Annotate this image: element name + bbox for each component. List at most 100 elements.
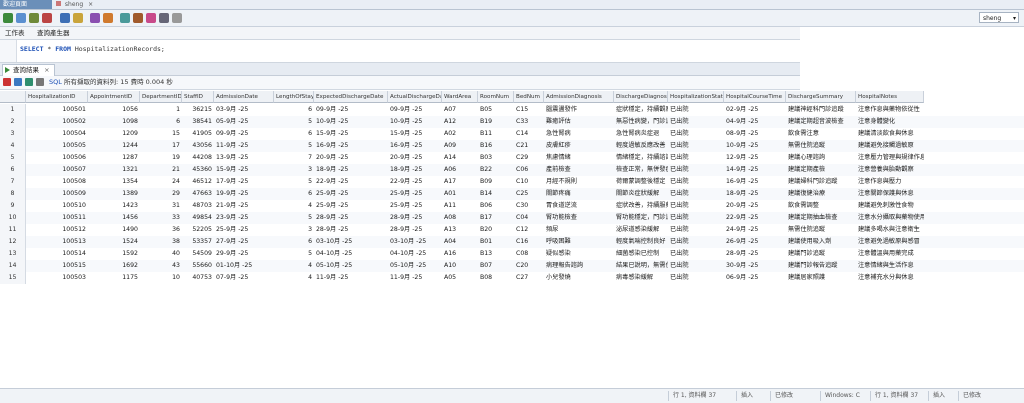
table-cell[interactable]: 31 xyxy=(140,200,182,212)
table-cell[interactable]: A09 xyxy=(442,140,478,152)
table-cell[interactable]: 關節疼痛 xyxy=(544,188,614,200)
table-cell[interactable]: 注意避免過敏原與感冒 xyxy=(856,236,924,248)
table-cell[interactable]: 16-9月 -25 xyxy=(388,140,442,152)
table-cell[interactable]: 建議多喝水與注意衛生 xyxy=(856,224,924,236)
table-row[interactable]: 3 100504 1209 15 41905 09-9月 -25 6 15-9月 -25 15-… xyxy=(0,128,1024,140)
table-row[interactable]: 1 100501 1056 1 36215 03-9月 -25 6 09-9月 -25 09-9… xyxy=(0,104,1024,116)
more-icon[interactable] xyxy=(172,13,182,23)
table-cell[interactable]: 18-9月 -25 xyxy=(724,188,786,200)
table-cell[interactable]: 已出院 xyxy=(668,236,724,248)
table-cell[interactable]: 荷爾蒙調整後穩定 xyxy=(614,176,668,188)
table-cell[interactable]: 已出院 xyxy=(668,224,724,236)
clear-icon[interactable] xyxy=(103,13,113,23)
table-cell[interactable]: 100507 xyxy=(26,164,88,176)
table-cell[interactable]: 3 xyxy=(274,164,314,176)
table-cell[interactable]: 28-9月 -25 xyxy=(724,248,786,260)
table-cell[interactable]: 注意水分攝取與藥物使用 xyxy=(856,212,924,224)
table-cell[interactable]: 44208 xyxy=(182,152,214,164)
table-cell[interactable]: 急性腎病 xyxy=(544,128,614,140)
table-cell[interactable]: B22 xyxy=(478,164,514,176)
table-cell[interactable]: 04-10月 -25 xyxy=(314,248,388,260)
table-cell[interactable]: 04-9月 -25 xyxy=(724,116,786,128)
table-cell[interactable]: 17 xyxy=(140,140,182,152)
table-cell[interactable]: C12 xyxy=(514,224,544,236)
table-cell[interactable]: 4 xyxy=(274,260,314,272)
table-cell[interactable]: 建議心理諮詢 xyxy=(786,152,856,164)
table-cell[interactable]: 建議居家照護 xyxy=(786,272,856,284)
table-cell[interactable]: 100508 xyxy=(26,176,88,188)
table-cell[interactable]: 25-9月 -25 xyxy=(388,188,442,200)
table-cell[interactable]: 100503 xyxy=(26,272,88,284)
table-cell[interactable]: 4 xyxy=(274,272,314,284)
table-cell[interactable]: 注意情緒與生活作息 xyxy=(856,260,924,272)
table-cell[interactable]: 38541 xyxy=(182,116,214,128)
table-cell[interactable]: 腦震盪發作 xyxy=(544,104,614,116)
table-cell[interactable]: 5 xyxy=(274,176,314,188)
tab-worksheet[interactable]: 工作表 xyxy=(2,27,28,39)
table-cell[interactable]: 已出院 xyxy=(668,128,724,140)
sql-label[interactable]: SQL xyxy=(49,76,62,89)
table-cell[interactable]: B03 xyxy=(478,152,514,164)
table-cell[interactable]: 47663 xyxy=(182,188,214,200)
table-cell[interactable]: 病毒感染緩解 xyxy=(614,272,668,284)
table-cell[interactable]: A10 xyxy=(442,260,478,272)
table-cell[interactable]: A01 xyxy=(442,188,478,200)
explain-plan-icon[interactable] xyxy=(60,13,70,23)
table-cell[interactable]: 06-9月 -25 xyxy=(724,272,786,284)
table-cell[interactable]: 02-9月 -25 xyxy=(724,104,786,116)
table-cell[interactable]: 建議使用吸入劑 xyxy=(786,236,856,248)
table-cell[interactable]: 41905 xyxy=(182,128,214,140)
table-cell[interactable]: 飲食需調整 xyxy=(786,200,856,212)
column-header[interactable]: WardArea xyxy=(442,91,478,103)
table-cell[interactable]: 19 xyxy=(140,152,182,164)
table-cell[interactable]: 注意營養與胎動觀察 xyxy=(856,164,924,176)
table-cell[interactable]: 注意補充水分與休息 xyxy=(856,272,924,284)
table-cell[interactable]: 10 xyxy=(140,272,182,284)
table-cell[interactable]: 22-9月 -25 xyxy=(724,212,786,224)
table-cell[interactable]: 輕度過敏反應改善 xyxy=(614,140,668,152)
table-cell[interactable]: 40753 xyxy=(182,272,214,284)
table-cell[interactable]: 05-10月 -25 xyxy=(314,260,388,272)
export-icon[interactable] xyxy=(14,78,22,86)
refresh-icon[interactable] xyxy=(25,78,33,86)
table-cell[interactable]: 1490 xyxy=(88,224,140,236)
table-cell[interactable]: 已出院 xyxy=(668,140,724,152)
table-cell[interactable]: 11-9月 -25 xyxy=(214,140,274,152)
table-cell[interactable]: 100504 xyxy=(26,128,88,140)
table-cell[interactable]: 19-9月 -25 xyxy=(214,188,274,200)
table-cell[interactable]: 27-9月 -25 xyxy=(214,236,274,248)
table-cell[interactable]: 1321 xyxy=(88,164,140,176)
table-cell[interactable]: 100509 xyxy=(26,188,88,200)
table-cell[interactable]: 15-9月 -25 xyxy=(314,128,388,140)
column-header[interactable]: AdmissionDiagnosis xyxy=(544,91,614,103)
autotrace-icon[interactable] xyxy=(73,13,83,23)
table-cell[interactable]: 5 xyxy=(274,248,314,260)
table-cell[interactable]: B16 xyxy=(478,140,514,152)
table-cell[interactable]: 30-9月 -25 xyxy=(724,260,786,272)
table-cell[interactable]: 38 xyxy=(140,236,182,248)
table-row[interactable]: 11 100512 1490 36 52205 25-9月 -25 3 28-9月 -25 28… xyxy=(0,224,1024,236)
table-cell[interactable]: 17-9月 -25 xyxy=(214,176,274,188)
table-cell[interactable]: 14-9月 -25 xyxy=(724,164,786,176)
table-cell[interactable]: 6 xyxy=(274,236,314,248)
table-cell[interactable]: C10 xyxy=(514,176,544,188)
table-cell[interactable]: 小兒發燒 xyxy=(544,272,614,284)
table-cell[interactable]: 5 xyxy=(274,116,314,128)
table-row[interactable]: 5 100506 1287 19 44208 13-9月 -25 7 20-9月 -25 20-… xyxy=(0,152,1024,164)
table-cell[interactable]: 28-9月 -25 xyxy=(314,212,388,224)
table-cell[interactable]: 18-9月 -25 xyxy=(314,164,388,176)
table-cell[interactable]: 100513 xyxy=(26,236,88,248)
table-cell[interactable]: 29-9月 -25 xyxy=(214,248,274,260)
table-cell[interactable]: 24 xyxy=(140,176,182,188)
table-cell[interactable]: B14 xyxy=(478,188,514,200)
table-cell[interactable]: A12 xyxy=(442,116,478,128)
table-cell[interactable]: A11 xyxy=(442,200,478,212)
table-cell[interactable]: 症狀改善，持續服藥 xyxy=(614,200,668,212)
table-cell[interactable]: A07 xyxy=(442,104,478,116)
table-cell[interactable]: 1244 xyxy=(88,140,140,152)
table-cell[interactable]: 46512 xyxy=(182,176,214,188)
table-cell[interactable]: 1287 xyxy=(88,152,140,164)
table-cell[interactable]: 45360 xyxy=(182,164,214,176)
table-cell[interactable]: 24-9月 -25 xyxy=(724,224,786,236)
table-cell[interactable]: 100502 xyxy=(26,116,88,128)
